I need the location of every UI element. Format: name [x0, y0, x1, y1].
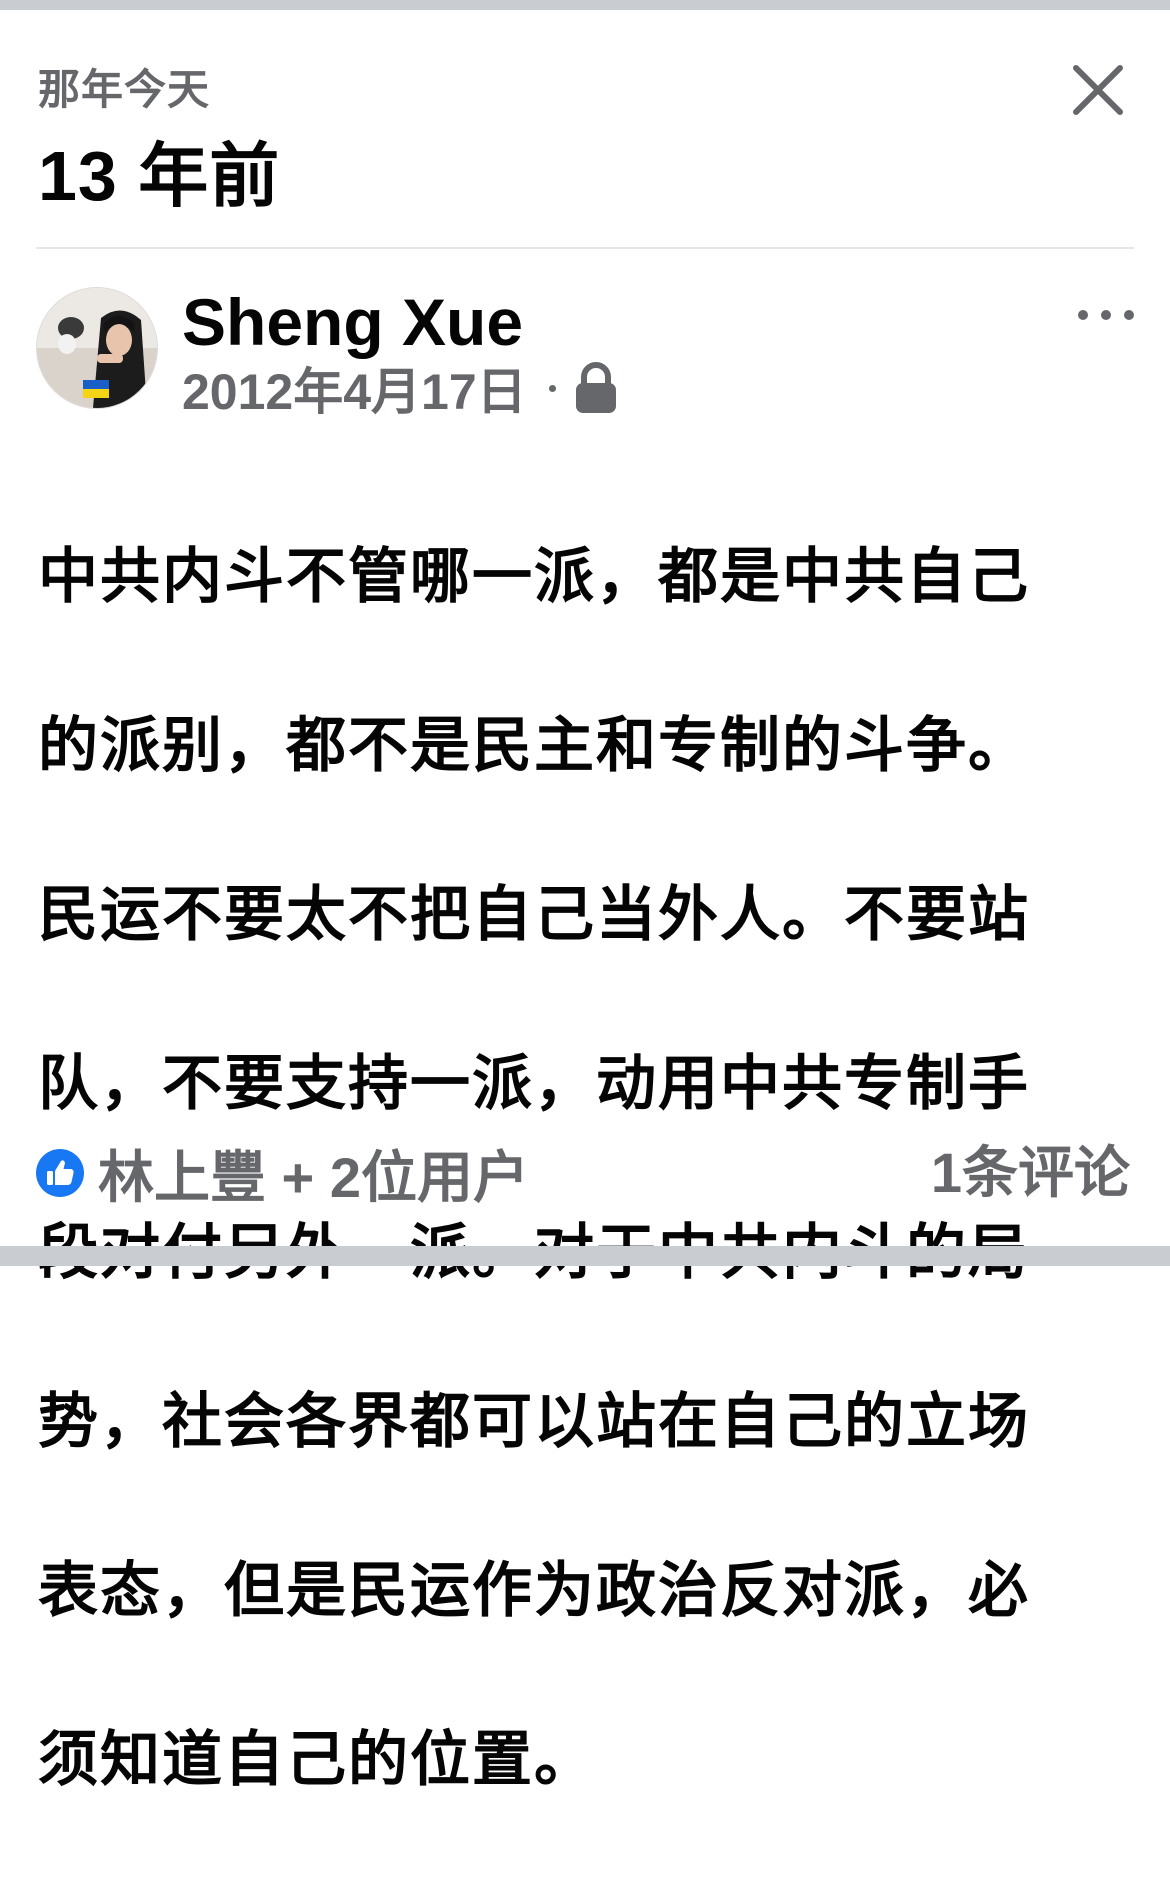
- bottom-separator-bar: [0, 1246, 1170, 1266]
- more-options-button[interactable]: [1078, 302, 1134, 328]
- header-divider: [36, 247, 1134, 249]
- comments-count-link[interactable]: 1条评论: [931, 1140, 1130, 1206]
- post-text-line: 须知道自己的位置。: [38, 1725, 596, 1793]
- post-date[interactable]: 2012年4月17日: [182, 352, 527, 424]
- post-meta: 2012年4月17日: [182, 358, 618, 420]
- post-text-line: 表态，但是民运作为政治反对派，必: [38, 1556, 1030, 1624]
- meta-separator: [548, 384, 556, 392]
- lock-icon: [574, 362, 618, 414]
- more-icon-dot: [1124, 310, 1134, 320]
- post-text-line: 民运不要太不把自己当外人。不要站: [38, 880, 1030, 948]
- post-text-line: 势，社会各界都可以站在自己的立场: [38, 1387, 1030, 1455]
- post-text-line: 的派别，都不是民主和专制的斗争。: [38, 711, 1030, 779]
- close-icon: [1073, 65, 1123, 115]
- years-ago-title: 13 年前: [38, 137, 281, 215]
- avatar[interactable]: [36, 287, 158, 409]
- post-text-line: 队，不要支持一派，动用中共专制手: [38, 1049, 1030, 1117]
- author-name[interactable]: Sheng Xue: [182, 284, 523, 360]
- post-text-line: 中共内斗不管哪一派，都是中共自己: [38, 542, 1030, 610]
- close-button[interactable]: [1068, 60, 1128, 120]
- top-separator-bar: [0, 0, 1170, 10]
- reactions-summary[interactable]: 林上豐 + 2位用户: [36, 1140, 529, 1209]
- reactions-label: 林上豐 + 2位用户: [98, 1145, 529, 1209]
- memories-kicker: 那年今天: [38, 66, 211, 113]
- more-icon-dot: [1078, 310, 1088, 320]
- more-icon-dot: [1101, 310, 1111, 320]
- like-icon: [36, 1149, 84, 1197]
